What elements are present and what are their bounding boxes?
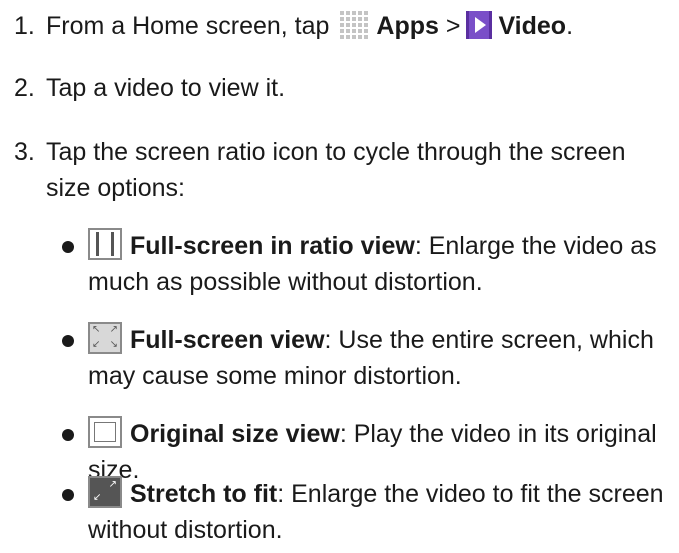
option-content: ↗ ↙ Stretch to fit: Enlarge the video to …	[88, 476, 678, 548]
video-app-icon	[466, 11, 493, 39]
step-number: 1.	[14, 12, 35, 40]
step-number: 3.	[14, 138, 35, 166]
step-2: 2. Tap a video to view it.	[14, 70, 285, 106]
option-title: Stretch to fit	[130, 480, 278, 508]
bullet-dot	[62, 489, 74, 501]
video-label: Video	[498, 12, 567, 40]
stretch-to-fit-icon: ↗ ↙	[88, 476, 122, 508]
instruction-document: 1. From a Home screen, tap Apps > Video. 2…	[0, 0, 679, 553]
step-number: 2.	[14, 74, 35, 102]
full-screen-ratio-icon	[88, 228, 122, 260]
bullet-dot	[62, 335, 74, 347]
step-3: 3. Tap the screen ratio icon to cycle thr…	[14, 134, 664, 206]
bullet-dot	[62, 429, 74, 441]
option-title: Original size view	[130, 420, 340, 448]
option-content: Full-screen in ratio view: Enlarge the v…	[88, 228, 678, 300]
apps-label: Apps	[376, 12, 439, 40]
full-screen-icon: ↖ ↗ ↙ ↘	[88, 322, 122, 354]
step-1-prefix: From a Home screen, tap	[46, 12, 330, 40]
step-1: 1. From a Home screen, tap Apps > Video.	[14, 8, 573, 44]
option-title: Full-screen in ratio view	[130, 232, 415, 260]
step-1-suffix: .	[566, 12, 574, 40]
bullet-dot	[62, 241, 74, 253]
menu-separator: >	[445, 12, 461, 40]
option-title: Full-screen view	[130, 326, 325, 354]
step-2-text: Tap a video to view it.	[46, 74, 286, 102]
apps-grid-icon	[340, 11, 370, 39]
original-size-icon	[88, 416, 122, 448]
step-3-text: Tap the screen ratio icon to cycle throu…	[46, 138, 626, 202]
option-content: ↖ ↗ ↙ ↘ Full-screen view: Use the entire s…	[88, 322, 678, 394]
